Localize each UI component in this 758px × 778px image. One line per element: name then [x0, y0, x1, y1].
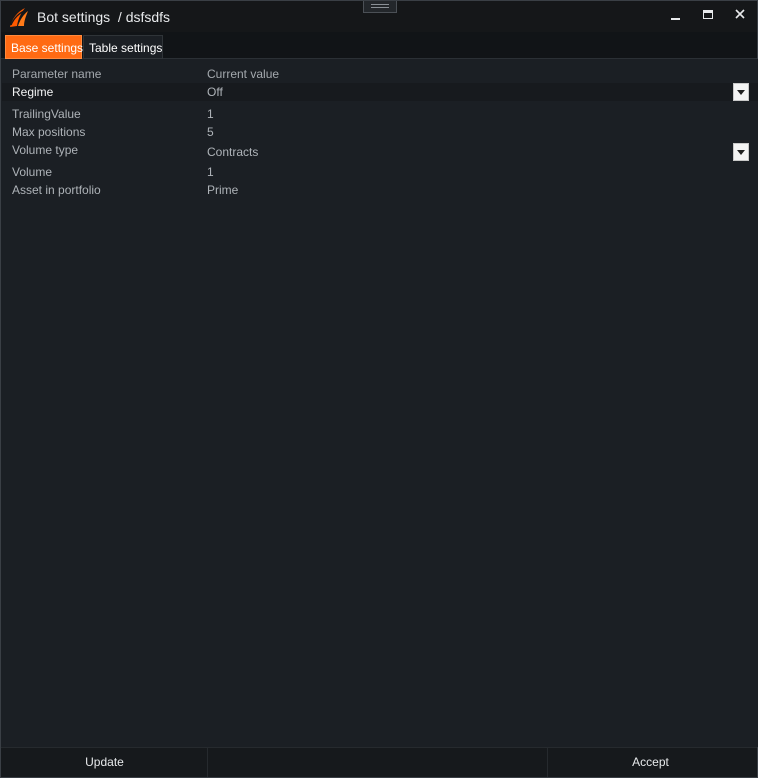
parameter-value-input[interactable]: 1	[207, 163, 214, 181]
app-logo-icon	[8, 6, 30, 28]
table-row[interactable]: Regime Off	[2, 83, 758, 101]
footer-bar: Update Accept	[1, 747, 757, 777]
window-title: Bot settings / dsfsdfs	[37, 9, 171, 25]
table-row[interactable]: Max positions 5	[2, 123, 758, 141]
drag-handle[interactable]	[363, 1, 397, 13]
minimize-button[interactable]	[664, 5, 688, 25]
parameter-value-input[interactable]: 1	[207, 105, 214, 123]
parameter-value-input[interactable]: 5	[207, 123, 214, 141]
parameter-name: Max positions	[12, 125, 86, 139]
grid-header-row: Parameter name Current value	[2, 65, 758, 83]
parameter-name: Volume	[12, 165, 53, 179]
title-bar[interactable]: Bot settings / dsfsdfs	[1, 1, 757, 32]
update-button[interactable]: Update	[2, 748, 208, 777]
table-row[interactable]: Volume type Contracts	[2, 141, 758, 161]
chevron-down-icon[interactable]	[733, 143, 749, 161]
maximize-button[interactable]	[696, 5, 720, 25]
tab-table-settings[interactable]: Table settings	[83, 35, 163, 59]
parameters-grid: Parameter name Current value Regime Off …	[2, 59, 758, 747]
parameter-name: Regime	[12, 85, 54, 99]
parameter-value-select[interactable]: Contracts	[207, 143, 258, 161]
column-header-parameter-name: Parameter name	[12, 67, 102, 81]
parameter-value-input[interactable]: Prime	[207, 181, 238, 199]
parameter-value-select[interactable]: Off	[207, 83, 223, 101]
parameter-name: TrailingValue	[12, 107, 81, 121]
table-row[interactable]: Asset in portfolio Prime	[2, 181, 758, 199]
bot-settings-window: Bot settings / dsfsdfs Base settings Tab…	[0, 0, 758, 778]
tab-base-settings[interactable]: Base settings	[5, 35, 83, 59]
parameter-name: Asset in portfolio	[12, 183, 101, 197]
parameter-name: Volume type	[12, 143, 79, 157]
tab-bar: Base settings Table settings	[1, 32, 757, 59]
table-row[interactable]: TrailingValue 1	[2, 105, 758, 123]
close-button[interactable]	[728, 5, 752, 25]
table-row[interactable]: Volume 1	[2, 163, 758, 181]
column-header-current-value: Current value	[207, 67, 280, 81]
chevron-down-icon[interactable]	[733, 83, 749, 101]
accept-button[interactable]: Accept	[547, 748, 753, 777]
